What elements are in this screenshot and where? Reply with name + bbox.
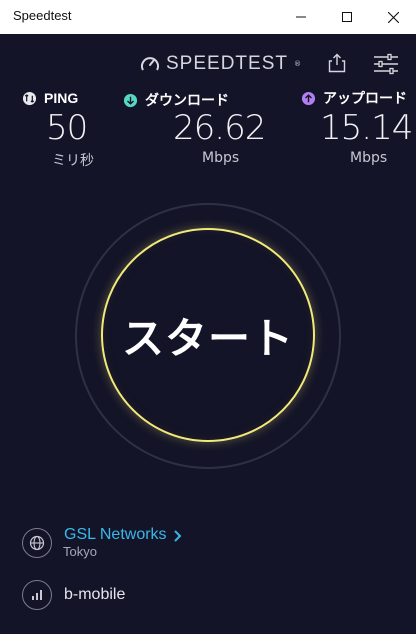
upload-metric: アップロード 15.14 Mbps [301,88,416,170]
download-label: ダウンロード [145,92,229,108]
share-icon [328,53,346,73]
ping-unit: ミリ秒 [52,153,94,169]
upload-value: 15.14 [320,108,413,148]
window-title: Speedtest [13,8,72,23]
start-label: スタート [121,313,294,363]
logo-text: SPEEDTEST [166,53,288,74]
download-value: 26.62 [173,108,266,148]
ping-header: PING [22,90,132,106]
logo-trademark: ® [293,60,301,68]
start-button[interactable]: スタート [101,228,315,442]
minimize-icon [296,16,306,18]
ping-value: 50 [46,108,88,148]
minimize-button[interactable] [278,0,324,34]
ping-metric: PING 50 ミリ秒 [22,90,132,170]
close-button[interactable] [370,0,416,34]
settings-icon [374,53,398,75]
globe-icon [22,528,52,558]
upload-unit: Mbps [350,150,388,166]
upload-icon [301,91,316,105]
settings-button[interactable] [372,52,400,76]
server-selector[interactable]: GSL Networks Tokyo [22,526,392,560]
connection-info: b-mobile [22,580,125,610]
server-location: Tokyo [63,544,97,559]
speedtest-window: Speedtest SPEEDTEST ® PING 50 ミリ秒 ダウンロード… [0,0,416,634]
maximize-button[interactable] [324,0,370,34]
download-icon [123,93,138,107]
download-header: ダウンロード [123,90,263,110]
download-unit: Mbps [202,150,240,166]
upload-header: アップロード [301,88,416,108]
server-name[interactable]: GSL Networks [64,526,167,544]
title-bar: Speedtest [0,0,416,34]
carrier-name: b-mobile [64,586,126,603]
ping-icon [22,91,37,105]
download-metric: ダウンロード 26.62 Mbps [123,90,266,170]
maximize-icon [342,12,352,22]
upload-label: アップロード [323,90,407,106]
share-button[interactable] [326,52,348,74]
signal-icon [22,580,52,610]
speedtest-logo: SPEEDTEST ® [140,52,301,76]
close-icon [387,11,399,23]
ping-label: PING [44,90,79,106]
speedometer-icon [141,57,159,71]
chevron-right-icon [173,530,181,542]
